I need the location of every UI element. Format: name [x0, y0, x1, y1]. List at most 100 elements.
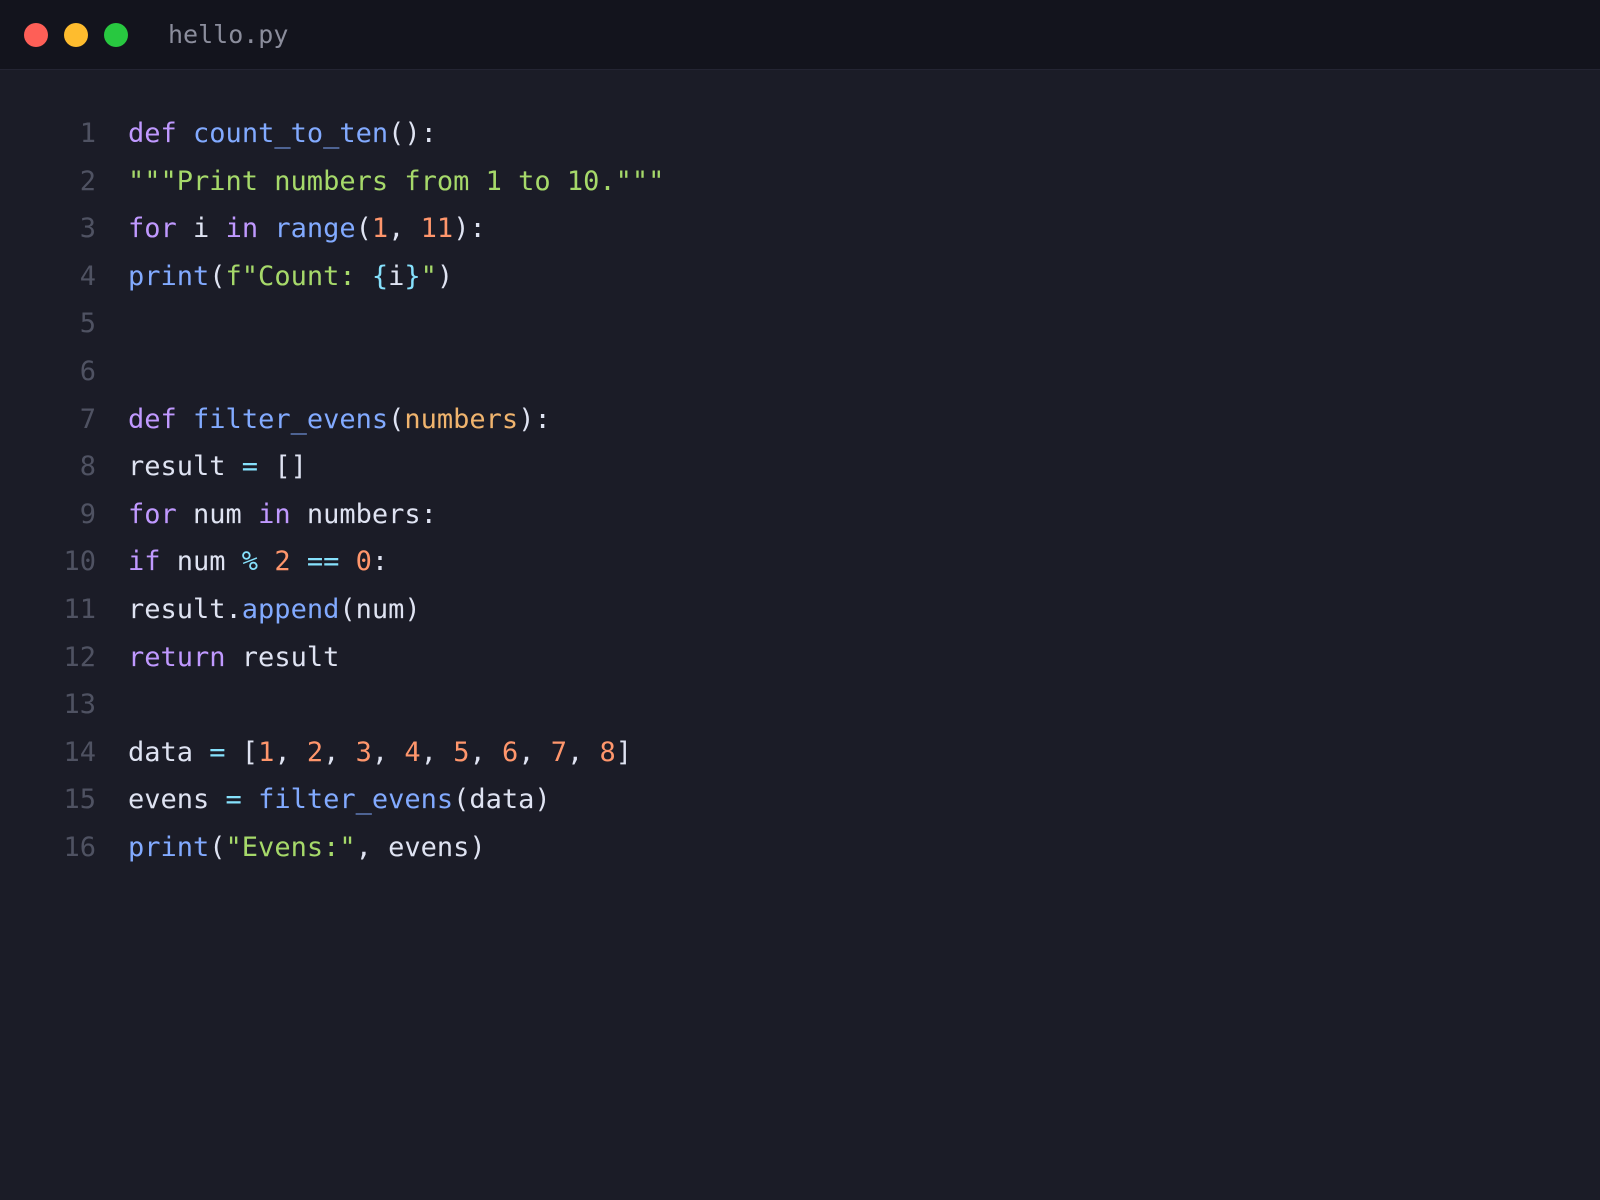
token-text: num	[160, 546, 242, 578]
token-text: []	[258, 451, 307, 483]
token-function: append	[241, 593, 340, 625]
token-keyword: for	[128, 498, 177, 530]
code-line[interactable]: 9 for num in numbers:	[0, 491, 1600, 539]
code-line[interactable]: 16 print("Evens:", evens)	[0, 824, 1600, 872]
code-editor-window: hello.py 1 def count_to_ten(): 2 """Print n…	[0, 0, 1600, 1200]
token-text: ():	[388, 118, 437, 149]
token-text: ,	[274, 736, 307, 768]
title-bar: hello.py	[0, 0, 1600, 70]
line-number: 15	[63, 784, 96, 816]
token-text: (data)	[453, 784, 551, 816]
token-param: numbers	[404, 403, 519, 435]
code-line[interactable]: 10 if num % 2 == 0:	[0, 538, 1600, 586]
token-keyword: if	[128, 546, 161, 578]
token-number: 11	[420, 213, 454, 245]
code-line[interactable]: 12 return result	[0, 634, 1600, 682]
token-number: 5	[453, 736, 470, 768]
code-line[interactable]: 6	[0, 348, 1600, 396]
file-tab-title[interactable]: hello.py	[168, 18, 288, 52]
code-text: for num in numbers:	[128, 491, 437, 539]
code-line[interactable]: 15 evens = filter_evens(data)	[0, 776, 1600, 824]
token-text: )	[436, 260, 454, 292]
token-operator: =	[225, 784, 242, 816]
token-keyword: def	[128, 118, 177, 149]
line-number: 12	[63, 641, 96, 673]
code-text: evens = filter_evens(data)	[128, 776, 551, 824]
token-text: ,	[567, 736, 600, 768]
token-text: (	[209, 831, 226, 863]
token-function: print	[128, 260, 210, 292]
minimize-window-button[interactable]	[64, 23, 88, 47]
token-number: 2	[274, 546, 291, 578]
token-number: 4	[404, 736, 421, 768]
token-function: range	[274, 213, 356, 245]
token-text: num	[176, 498, 259, 530]
token-text: ]	[615, 736, 633, 768]
code-text: data = [1, 2, 3, 4, 5, 6, 7, 8]	[128, 729, 632, 777]
code-line[interactable]: 14 data = [1, 2, 3, 4, 5, 6, 7, 8]	[0, 729, 1600, 777]
code-line[interactable]: 7 def filter_evens(numbers):	[0, 396, 1600, 444]
code-text: if num % 2 == 0:	[128, 538, 388, 586]
token-text: ,	[388, 213, 421, 245]
token-text: numbers:	[290, 498, 437, 530]
token-text: ):	[453, 213, 486, 245]
token-string: "Evens:"	[225, 831, 356, 863]
code-text: def filter_evens(numbers):	[128, 396, 551, 444]
line-number: 5	[79, 308, 96, 340]
token-number: 8	[599, 736, 616, 768]
line-number: 7	[79, 403, 96, 435]
token-text: evens	[128, 784, 226, 816]
token-function: print	[128, 831, 210, 863]
token-operator: =	[209, 736, 226, 768]
line-number: 16	[63, 831, 96, 863]
code-line[interactable]: 5	[0, 300, 1600, 348]
code-line[interactable]: 1 def count_to_ten():	[0, 110, 1600, 158]
token-keyword: for	[128, 213, 177, 245]
code-text: """Print numbers from 1 to 10."""	[128, 158, 664, 206]
code-line[interactable]: 3 for i in range(1, 11):	[0, 205, 1600, 253]
close-window-button[interactable]	[24, 23, 48, 47]
line-number: 4	[79, 260, 96, 292]
token-text: ,	[469, 736, 502, 768]
token-text: ,	[518, 736, 551, 768]
token-number: 3	[355, 736, 372, 768]
code-area[interactable]: 1 def count_to_ten(): 2 """Print numbers fr…	[0, 110, 1600, 872]
token-operator: =	[241, 451, 259, 483]
code-text: for i in range(1, 11):	[128, 205, 486, 253]
line-number: 8	[79, 451, 96, 483]
token-text: (num)	[339, 593, 421, 625]
code-line[interactable]: 11 result.append(num)	[0, 586, 1600, 634]
token-function: filter_evens	[193, 403, 389, 435]
token-operator: {	[371, 260, 389, 292]
token-number: 1	[371, 213, 389, 245]
code-line[interactable]: 13	[0, 681, 1600, 729]
line-number: 11	[63, 593, 96, 625]
token-number: 1	[258, 736, 275, 768]
code-text: def count_to_ten():	[128, 110, 437, 158]
line-number: 14	[63, 736, 96, 768]
token-function: count_to_ten	[193, 118, 389, 149]
token-text: ):	[518, 403, 551, 435]
token-text: [	[225, 736, 259, 768]
token-text: result	[225, 641, 340, 673]
code-line[interactable]: 4 print(f"Count: {i}")	[0, 253, 1600, 301]
token-text: (	[388, 403, 405, 435]
code-text: result.append(num)	[128, 586, 421, 634]
token-operator: }	[404, 260, 421, 292]
line-number: 6	[79, 355, 96, 387]
maximize-window-button[interactable]	[104, 23, 128, 47]
token-text: result	[128, 451, 242, 483]
token-string: """Print numbers from 1 to 10."""	[128, 165, 665, 197]
code-text: print(f"Count: {i}")	[128, 253, 453, 301]
token-text: ,	[371, 736, 405, 768]
code-line[interactable]: 8 result = []	[0, 443, 1600, 491]
token-string: "	[420, 260, 437, 292]
token-number: 6	[501, 736, 519, 768]
token-keyword: in	[225, 213, 259, 245]
code-line[interactable]: 2 """Print numbers from 1 to 10."""	[0, 158, 1600, 206]
